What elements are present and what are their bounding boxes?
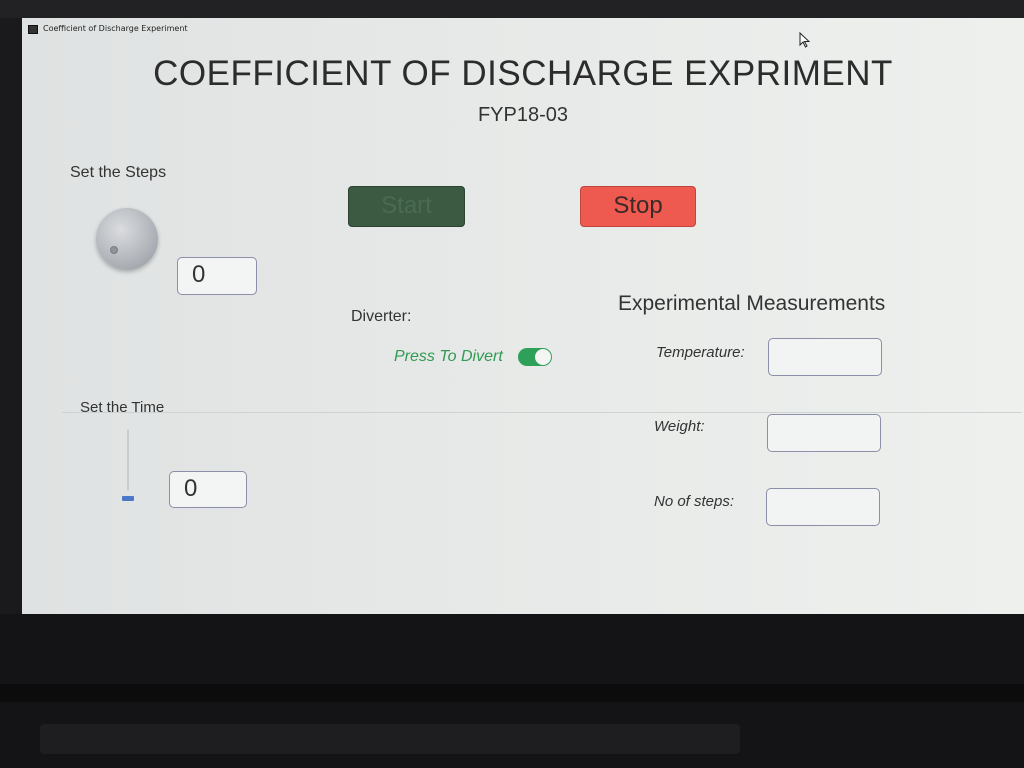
divert-toggle[interactable] [518,348,552,366]
mouse-pointer-icon [799,32,811,48]
steps-dial[interactable] [96,208,158,270]
time-slider-track[interactable] [127,430,129,490]
time-value-field[interactable]: 0 [169,471,247,508]
toggle-knob [535,349,551,365]
steps-label: Set the Steps [70,164,167,181]
diverter-label: Diverter: [351,308,412,325]
bezel-reflection [40,724,740,754]
section-divider [62,412,1022,413]
page-subtitle: FYP18-03 [477,104,569,126]
temperature-label: Temperature: [656,344,745,361]
app-window: Coefficient of Discharge Experiment COEF… [22,18,1024,614]
bezel-strip [0,684,1024,702]
no-of-steps-label: No of steps: [654,493,735,510]
temperature-field[interactable] [768,338,882,376]
weight-field[interactable] [767,414,881,452]
measurements-heading: Experimental Measurements [618,292,886,315]
steps-value-field[interactable]: 0 [177,257,257,295]
monitor-bezel-bottom [0,614,1024,768]
window-title: Coefficient of Discharge Experiment [43,24,188,33]
time-label: Set the Time [80,399,165,416]
no-of-steps-field[interactable] [766,488,880,526]
app-window-icon [28,25,38,34]
stop-button[interactable]: Stop [580,186,696,227]
time-slider-handle[interactable] [122,496,134,501]
divert-toggle-label: Press To Divert [394,348,503,365]
weight-label: Weight: [654,418,705,435]
page-title: COEFFICIENT OF DISCHARGE EXPRIMENT [153,54,893,93]
monitor-bezel-top [0,0,1024,18]
start-button[interactable]: Start [348,186,465,227]
dial-indicator [110,246,118,254]
